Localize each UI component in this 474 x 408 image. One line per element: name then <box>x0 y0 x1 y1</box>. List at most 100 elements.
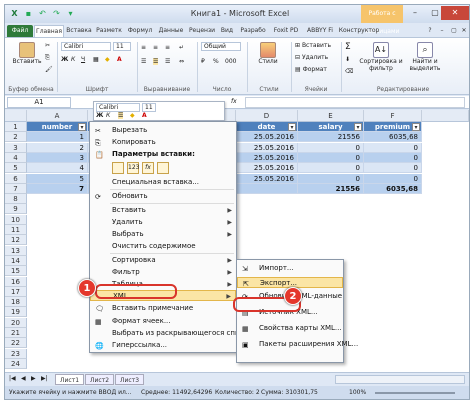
table-cell[interactable]: 0 <box>364 152 422 163</box>
filter-dropdown-icon[interactable]: ▾ <box>288 123 296 131</box>
menu-item-hyperlink[interactable]: 🌐 Гиперссылка... <box>90 340 236 351</box>
table-cell[interactable]: 25.05.2016 <box>236 132 298 143</box>
insert-cells-button[interactable]: ⊞ Вставить <box>295 42 331 49</box>
tab-page-layout[interactable]: Разметк <box>94 25 124 37</box>
table-cell[interactable]: 0 <box>364 163 422 174</box>
row-header[interactable]: 9 <box>5 204 27 215</box>
table-cell[interactable]: 0 <box>298 152 364 163</box>
fx-button[interactable]: fx <box>231 98 237 105</box>
row-header[interactable]: 10 <box>5 214 27 225</box>
copy-icon[interactable]: ⎘ <box>45 54 50 62</box>
percent-button[interactable]: % <box>213 58 219 65</box>
row-header[interactable]: 11 <box>5 225 27 235</box>
menu-item-paste-special[interactable]: Специальная вставка... <box>90 177 236 188</box>
name-box[interactable]: A1 <box>7 97 71 108</box>
format-painter-icon[interactable]: 🖌 <box>45 66 53 73</box>
row-header[interactable]: 23 <box>5 348 27 359</box>
mini-size-select[interactable]: 11 <box>142 103 156 112</box>
fill-icon[interactable]: ⬇ <box>345 56 350 63</box>
row-header[interactable]: 18 <box>5 297 27 308</box>
tab-data[interactable]: Данные <box>156 25 186 37</box>
align-bottom-icon[interactable]: ≡ <box>165 44 170 51</box>
sheet-nav-last-icon[interactable]: ▶| <box>41 375 48 382</box>
paste-option-values[interactable]: 123 <box>127 162 139 174</box>
table-cell[interactable]: 4 <box>27 163 88 174</box>
row-header[interactable]: 1 <box>5 122 27 132</box>
table-header-date[interactable]: date ▾ <box>236 122 298 132</box>
zoom-level[interactable]: 100% <box>349 386 366 399</box>
row-header[interactable]: 19 <box>5 307 27 318</box>
row-header[interactable]: 14 <box>5 255 27 266</box>
align-top-icon[interactable]: ≡ <box>141 44 146 51</box>
table-cell[interactable]: 5 <box>27 173 88 184</box>
mini-font-color-icon[interactable]: A <box>142 112 147 119</box>
table-cell[interactable]: 0 <box>298 142 364 153</box>
tab-foxit[interactable]: Foxit PD <box>270 25 302 37</box>
tab-file[interactable]: Файл <box>7 25 33 37</box>
tab-abbyy[interactable]: ABBYY Fi <box>303 25 337 37</box>
clear-icon[interactable]: ⌫ <box>345 68 353 75</box>
italic-button[interactable]: К <box>71 56 75 63</box>
font-name-select[interactable]: Calibri <box>61 42 111 51</box>
table-cell[interactable]: 21556 <box>298 183 364 194</box>
table-cell[interactable]: 2 <box>27 142 88 153</box>
font-size-select[interactable]: 11 <box>113 42 131 51</box>
table-cell[interactable]: 25.05.2016 <box>236 142 298 153</box>
table-cell[interactable]: 0 <box>364 173 422 184</box>
table-cell[interactable]: 6035,68 <box>364 183 422 194</box>
bold-button[interactable]: Ж <box>61 56 68 63</box>
tab-formulas[interactable]: Формул <box>125 25 155 37</box>
column-header-g[interactable] <box>422 110 469 122</box>
mini-bold-button[interactable]: Ж <box>96 112 103 119</box>
table-cell[interactable]: 21556 <box>298 132 364 143</box>
column-header-d[interactable]: D <box>236 110 298 122</box>
sheet-tab-1[interactable]: Лист1 <box>55 374 85 385</box>
table-cell[interactable]: 25.05.2016 <box>236 163 298 174</box>
column-header-f[interactable]: F <box>364 110 422 122</box>
table-cell[interactable]: 25.05.2016 <box>236 173 298 184</box>
sheet-tab-2[interactable]: Лист2 <box>85 374 115 385</box>
paste-button[interactable]: Вставить <box>9 42 45 65</box>
merge-icon[interactable]: ⇔ <box>179 58 184 65</box>
tab-developer[interactable]: Разрабо <box>237 25 269 37</box>
row-header[interactable]: 17 <box>5 286 27 297</box>
table-cell[interactable]: 0 <box>298 163 364 174</box>
row-header[interactable]: 22 <box>5 338 27 349</box>
menu-item-refresh[interactable]: ⟳ Обновить <box>90 191 236 202</box>
menu-item-format-cells[interactable]: ▦ Формат ячеек... <box>90 316 236 327</box>
tab-insert[interactable]: Вставка <box>65 25 93 37</box>
menu-item-delete[interactable]: Удалить ▶ <box>90 217 236 228</box>
table-header-premium[interactable]: premium ▾ <box>364 122 422 132</box>
align-right-icon[interactable]: ☰ <box>165 58 170 65</box>
paste-option-link[interactable] <box>157 162 169 174</box>
row-header[interactable]: 3 <box>5 142 27 153</box>
mini-italic-button[interactable]: К <box>106 112 110 119</box>
menu-item-insert[interactable]: Вставить ▶ <box>90 205 236 216</box>
table-cell[interactable]: 25.05.2016 <box>236 152 298 163</box>
submenu-item-map-properties[interactable]: ▦ Свойства карты XML... <box>237 323 343 334</box>
zoom-slider[interactable] <box>375 392 455 394</box>
tab-review[interactable]: Рецензи <box>187 25 217 37</box>
table-cell[interactable]: 7 <box>27 183 88 194</box>
filter-dropdown-icon[interactable]: ▾ <box>354 123 362 131</box>
cut-icon[interactable]: ✂ <box>45 42 50 49</box>
submenu-item-import[interactable]: ⇲ Импорт... <box>237 263 343 274</box>
row-header[interactable]: 15 <box>5 266 27 277</box>
ribbon-minimize-button[interactable]: – <box>437 25 447 37</box>
formula-input[interactable] <box>245 97 465 108</box>
row-header[interactable]: 20 <box>5 317 27 328</box>
submenu-item-expansion-packs[interactable]: ▣ Пакеты расширения XML... <box>237 339 358 350</box>
column-header-a[interactable]: A <box>27 110 88 122</box>
save-icon[interactable]: ▪ <box>23 8 34 19</box>
table-header-salary[interactable]: salary ▾ <box>298 122 364 132</box>
sheet-nav-next-icon[interactable]: ▶ <box>31 375 36 382</box>
currency-icon[interactable]: ₽ <box>201 58 205 65</box>
table-header-number[interactable]: number ▾ <box>27 122 88 132</box>
filter-dropdown-icon[interactable]: ▾ <box>412 123 420 131</box>
filter-dropdown-icon[interactable]: ▾ <box>78 123 86 131</box>
number-format-select[interactable]: Общий <box>201 42 241 51</box>
row-header[interactable]: 7 <box>5 183 27 194</box>
font-color-icon[interactable]: A <box>117 56 122 63</box>
tab-home[interactable]: Главная <box>34 25 64 37</box>
paste-option-keep[interactable] <box>112 162 124 174</box>
